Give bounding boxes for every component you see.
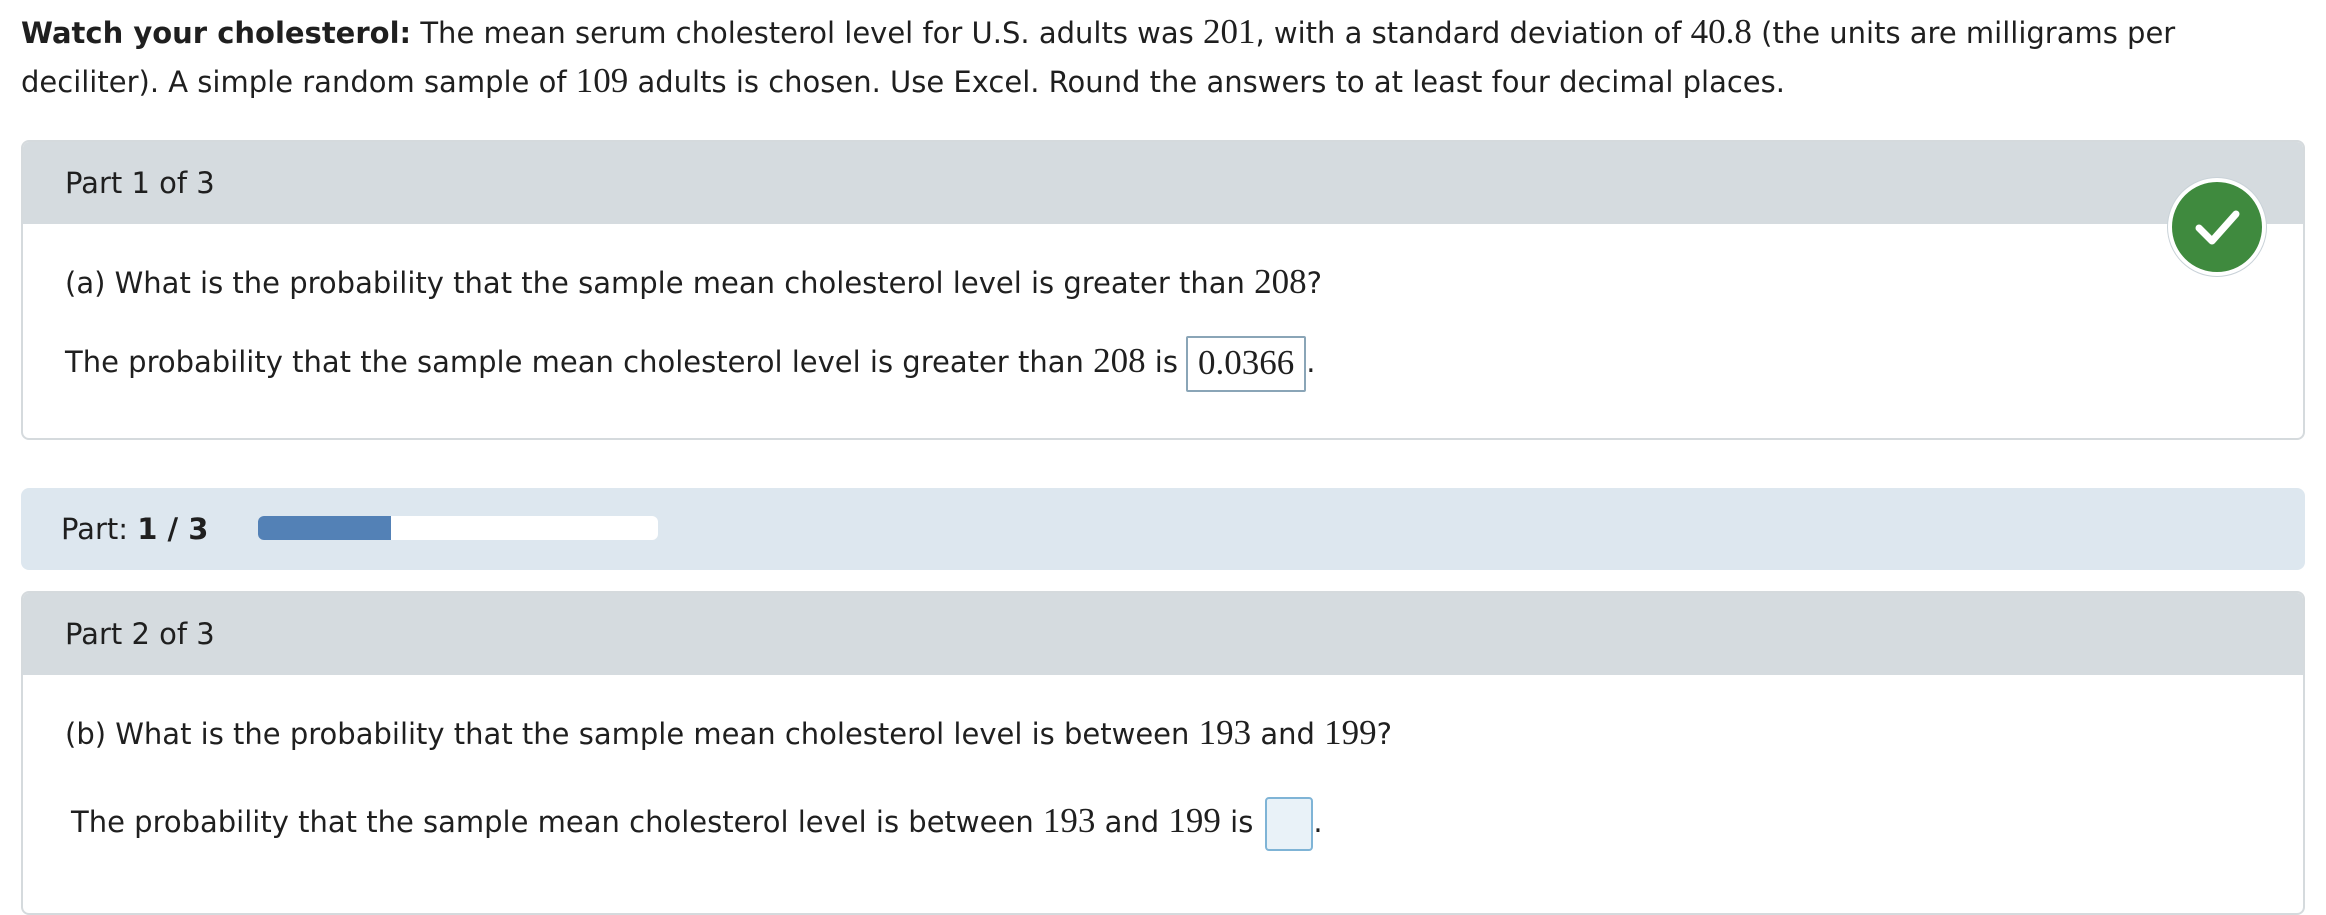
progress-bar-panel: Part: 1 / 3 xyxy=(21,488,2305,570)
mean-value: 201 xyxy=(1202,12,1256,51)
part-1-answer-field[interactable]: 0.0366 xyxy=(1185,336,1307,392)
part-2-question: (b) What is the probability that the sam… xyxy=(65,713,1393,752)
problem-statement: Watch your cholesterol: The mean serum c… xyxy=(21,12,2176,100)
progress-track xyxy=(258,516,658,540)
progress-label: Part: 1 / 3 xyxy=(61,512,209,546)
part-1-answer-line: The probability that the sample mean cho… xyxy=(65,336,1315,392)
part-2-answer-field[interactable] xyxy=(1265,797,1314,851)
part-2-answer-line: The probability that the sample mean cho… xyxy=(71,797,1323,851)
sd-value: 40.8 xyxy=(1690,12,1752,51)
progress-fill xyxy=(258,516,392,540)
problem-title: Watch your cholesterol: xyxy=(21,16,412,50)
check-icon xyxy=(2168,178,2266,276)
part-1-panel: Part 1 of 3 (a) What is the probability … xyxy=(21,140,2305,440)
progress-count: 1 / 3 xyxy=(137,512,209,546)
part-2-header: Part 2 of 3 xyxy=(23,593,2303,675)
part-2-panel: Part 2 of 3 (b) What is the probability … xyxy=(21,591,2305,915)
sample-size-value: 109 xyxy=(575,61,629,100)
part-1-question: (a) What is the probability that the sam… xyxy=(65,262,1323,301)
part-1-header: Part 1 of 3 xyxy=(23,142,2303,224)
